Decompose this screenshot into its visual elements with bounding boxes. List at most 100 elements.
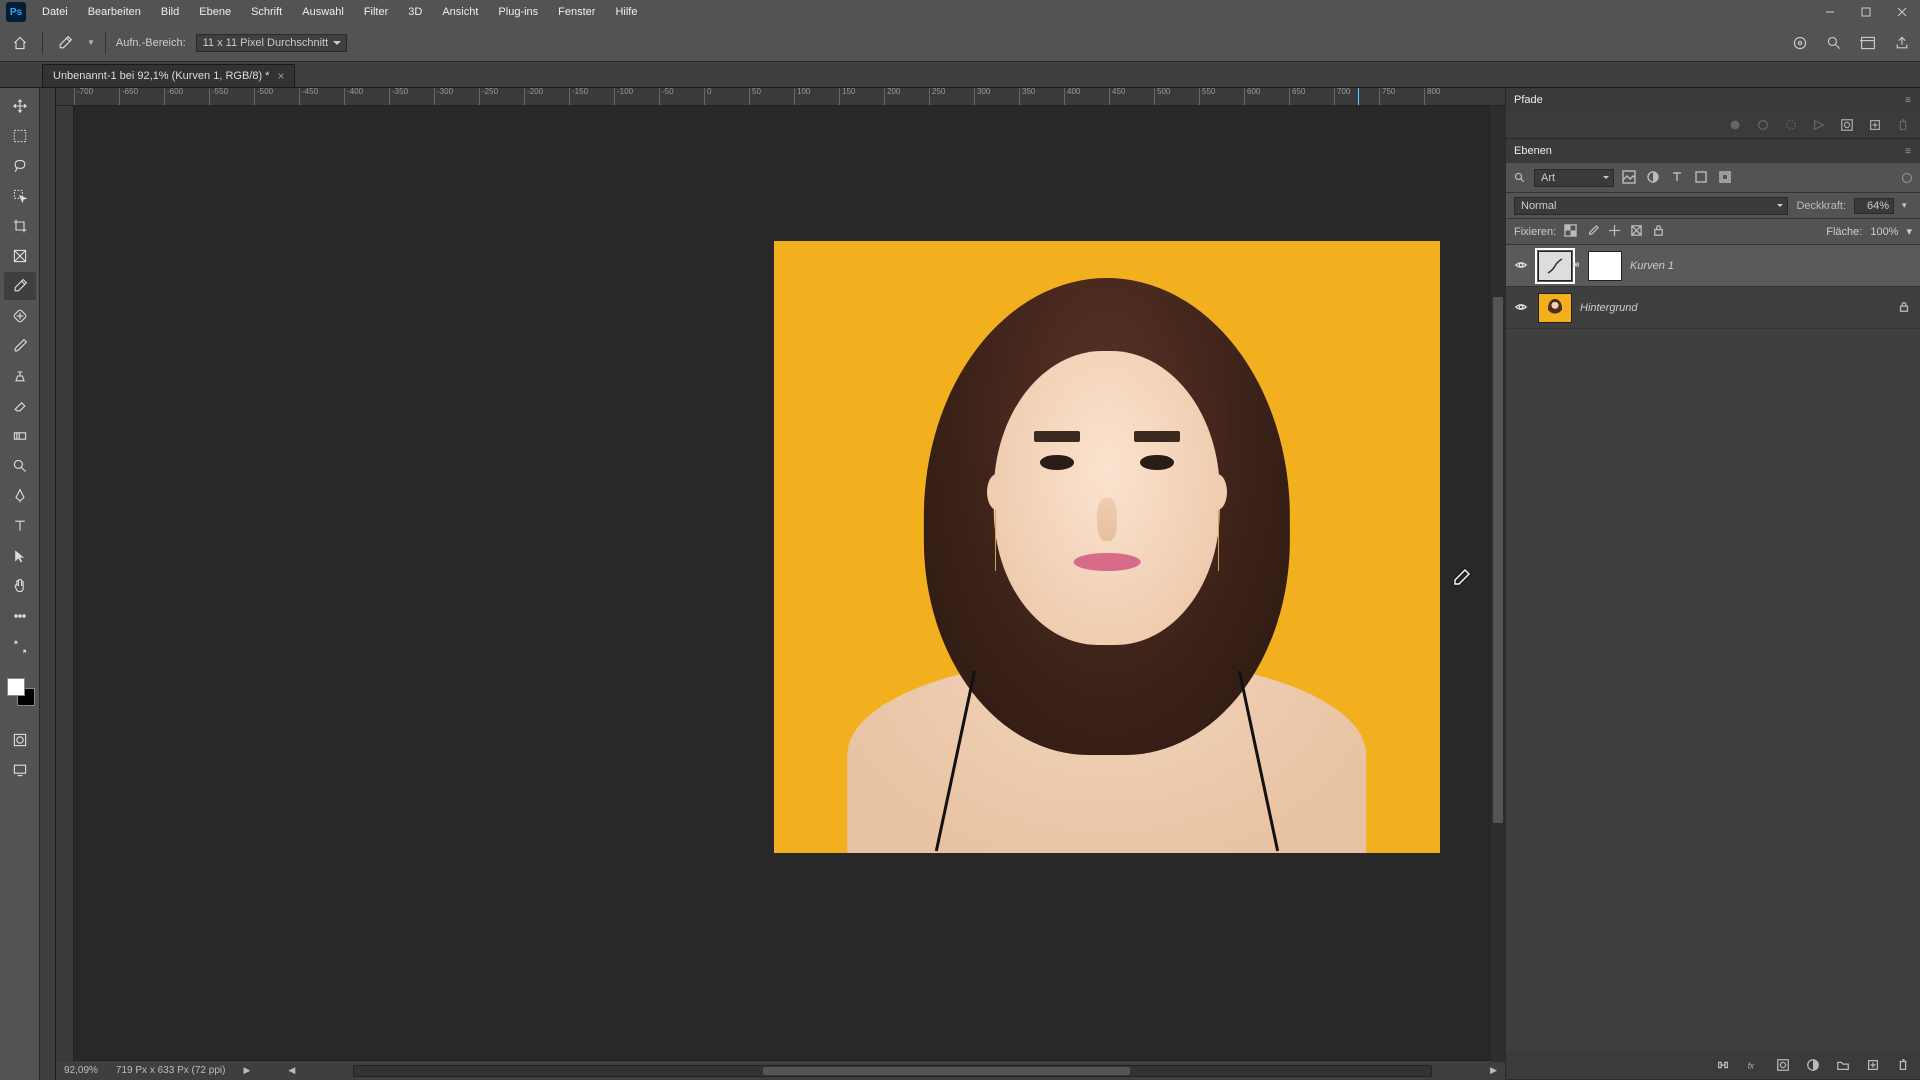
chevron-down-icon[interactable]: ▾ bbox=[1906, 225, 1912, 238]
filter-shape-icon[interactable] bbox=[1694, 170, 1710, 186]
menu-filter[interactable]: Filter bbox=[354, 6, 398, 18]
add-mask-icon[interactable] bbox=[1774, 1056, 1792, 1074]
chevron-left-icon[interactable]: ◀ bbox=[288, 1065, 295, 1076]
search-icon[interactable] bbox=[1824, 33, 1844, 53]
lock-transparent-icon[interactable] bbox=[1564, 224, 1580, 240]
healing-brush-tool[interactable] bbox=[4, 302, 36, 330]
paths-tab[interactable]: Pfade bbox=[1514, 94, 1543, 106]
delete-path-icon[interactable] bbox=[1894, 116, 1912, 134]
layers-tab[interactable]: Ebenen bbox=[1514, 145, 1552, 157]
filter-type-icon[interactable] bbox=[1670, 170, 1686, 186]
path-select-tool[interactable] bbox=[4, 542, 36, 570]
visibility-toggle-icon[interactable] bbox=[1514, 258, 1530, 274]
layer-name[interactable]: Hintergrund bbox=[1580, 302, 1890, 314]
swap-colors-icon[interactable] bbox=[4, 640, 36, 654]
menu-type[interactable]: Schrift bbox=[241, 6, 292, 18]
lasso-tool[interactable] bbox=[4, 152, 36, 180]
foreground-color-swatch[interactable] bbox=[7, 678, 25, 696]
menu-help[interactable]: Hilfe bbox=[605, 6, 647, 18]
document-viewport[interactable] bbox=[74, 106, 1505, 1060]
add-mask-icon[interactable] bbox=[1838, 116, 1856, 134]
layer-mask-thumbnail[interactable] bbox=[1588, 251, 1622, 281]
sample-size-dropdown[interactable]: 11 x 11 Pixel Durchschnitt bbox=[196, 34, 348, 52]
stroke-path-icon[interactable] bbox=[1754, 116, 1772, 134]
home-icon[interactable] bbox=[8, 31, 32, 55]
clone-stamp-tool[interactable] bbox=[4, 362, 36, 390]
window-close[interactable] bbox=[1884, 0, 1920, 24]
ruler-horizontal[interactable]: -700-650-600-550-500-450-400-350-300-250… bbox=[56, 88, 1505, 106]
filter-smartobject-icon[interactable] bbox=[1718, 170, 1734, 186]
chevron-right-icon[interactable]: ▶ bbox=[243, 1065, 250, 1076]
eraser-tool[interactable] bbox=[4, 392, 36, 420]
new-adjustment-layer-icon[interactable] bbox=[1804, 1056, 1822, 1074]
frame-tool[interactable] bbox=[4, 242, 36, 270]
menu-edit[interactable]: Bearbeiten bbox=[78, 6, 151, 18]
menu-image[interactable]: Bild bbox=[151, 6, 189, 18]
adjustment-thumbnail[interactable] bbox=[1538, 251, 1572, 281]
eyedropper-tool[interactable] bbox=[4, 272, 36, 300]
quick-mask-toggle[interactable] bbox=[4, 726, 36, 754]
layer-kind-dropdown[interactable]: Art bbox=[1534, 169, 1614, 187]
fill-value[interactable]: 100% bbox=[1870, 226, 1898, 238]
document-tab[interactable]: Unbenannt-1 bei 92,1% (Kurven 1, RGB/8) … bbox=[42, 64, 295, 87]
document-info[interactable]: 719 Px x 633 Px (72 ppi) bbox=[116, 1065, 226, 1076]
type-tool[interactable] bbox=[4, 512, 36, 540]
visibility-toggle-icon[interactable] bbox=[1514, 300, 1530, 316]
link-layers-icon[interactable] bbox=[1714, 1056, 1732, 1074]
eyedropper-tool-icon[interactable] bbox=[53, 31, 77, 55]
lock-artboard-icon[interactable] bbox=[1630, 224, 1646, 240]
menu-view[interactable]: Ansicht bbox=[432, 6, 488, 18]
window-minimize[interactable] bbox=[1812, 0, 1848, 24]
filter-pixel-icon[interactable] bbox=[1622, 170, 1638, 186]
chevron-down-icon[interactable]: ▼ bbox=[87, 38, 95, 47]
horizontal-scrollbar-thumb[interactable] bbox=[763, 1067, 1129, 1075]
ruler-vertical[interactable] bbox=[56, 106, 74, 1062]
quick-select-tool[interactable] bbox=[4, 182, 36, 210]
new-layer-icon[interactable] bbox=[1864, 1056, 1882, 1074]
color-swatches[interactable] bbox=[5, 676, 35, 706]
chevron-down-icon[interactable]: ▾ bbox=[1902, 200, 1912, 211]
arrange-documents-icon[interactable] bbox=[1858, 33, 1878, 53]
blend-mode-dropdown[interactable]: Normal bbox=[1514, 197, 1788, 215]
vertical-scrollbar[interactable] bbox=[1491, 106, 1505, 1062]
window-maximize[interactable] bbox=[1848, 0, 1884, 24]
layer-name[interactable]: Kurven 1 bbox=[1630, 260, 1912, 272]
filter-toggle-switch[interactable] bbox=[1902, 173, 1912, 183]
layer-row[interactable]: Hintergrund bbox=[1506, 287, 1920, 329]
more-tools[interactable] bbox=[4, 602, 36, 630]
document-image[interactable] bbox=[774, 241, 1440, 853]
pen-tool[interactable] bbox=[4, 482, 36, 510]
crop-tool[interactable] bbox=[4, 212, 36, 240]
layer-effects-icon[interactable]: fx bbox=[1744, 1056, 1762, 1074]
move-tool[interactable] bbox=[4, 92, 36, 120]
new-group-icon[interactable] bbox=[1834, 1056, 1852, 1074]
menu-layer[interactable]: Ebene bbox=[189, 6, 241, 18]
menu-window[interactable]: Fenster bbox=[548, 6, 605, 18]
brush-tool[interactable] bbox=[4, 332, 36, 360]
chevron-right-icon[interactable]: ▶ bbox=[1490, 1065, 1497, 1076]
new-path-icon[interactable] bbox=[1866, 116, 1884, 134]
gradient-tool[interactable] bbox=[4, 422, 36, 450]
lock-position-icon[interactable] bbox=[1608, 224, 1624, 240]
dodge-tool[interactable] bbox=[4, 452, 36, 480]
delete-layer-icon[interactable] bbox=[1894, 1056, 1912, 1074]
menu-plugins[interactable]: Plug-ins bbox=[488, 6, 548, 18]
document-tab-close[interactable]: × bbox=[277, 69, 284, 83]
layer-list[interactable]: Kurven 1 Hintergrund bbox=[1506, 245, 1920, 1051]
lock-image-icon[interactable] bbox=[1586, 224, 1602, 240]
selection-to-path-icon[interactable] bbox=[1810, 116, 1828, 134]
horizontal-scrollbar[interactable] bbox=[353, 1065, 1432, 1077]
menu-select[interactable]: Auswahl bbox=[292, 6, 354, 18]
panel-menu-icon[interactable]: ≡ bbox=[1905, 146, 1912, 157]
menu-3d[interactable]: 3D bbox=[398, 6, 432, 18]
lock-icon[interactable] bbox=[1898, 301, 1912, 315]
filter-adjustment-icon[interactable] bbox=[1646, 170, 1662, 186]
marquee-tool[interactable] bbox=[4, 122, 36, 150]
opacity-value[interactable]: 64% bbox=[1854, 198, 1894, 214]
path-to-selection-icon[interactable] bbox=[1782, 116, 1800, 134]
cloud-sync-icon[interactable] bbox=[1790, 33, 1810, 53]
share-icon[interactable] bbox=[1892, 33, 1912, 53]
menu-file[interactable]: Datei bbox=[32, 6, 78, 18]
panel-menu-icon[interactable]: ≡ bbox=[1905, 95, 1912, 106]
hand-tool[interactable] bbox=[4, 572, 36, 600]
